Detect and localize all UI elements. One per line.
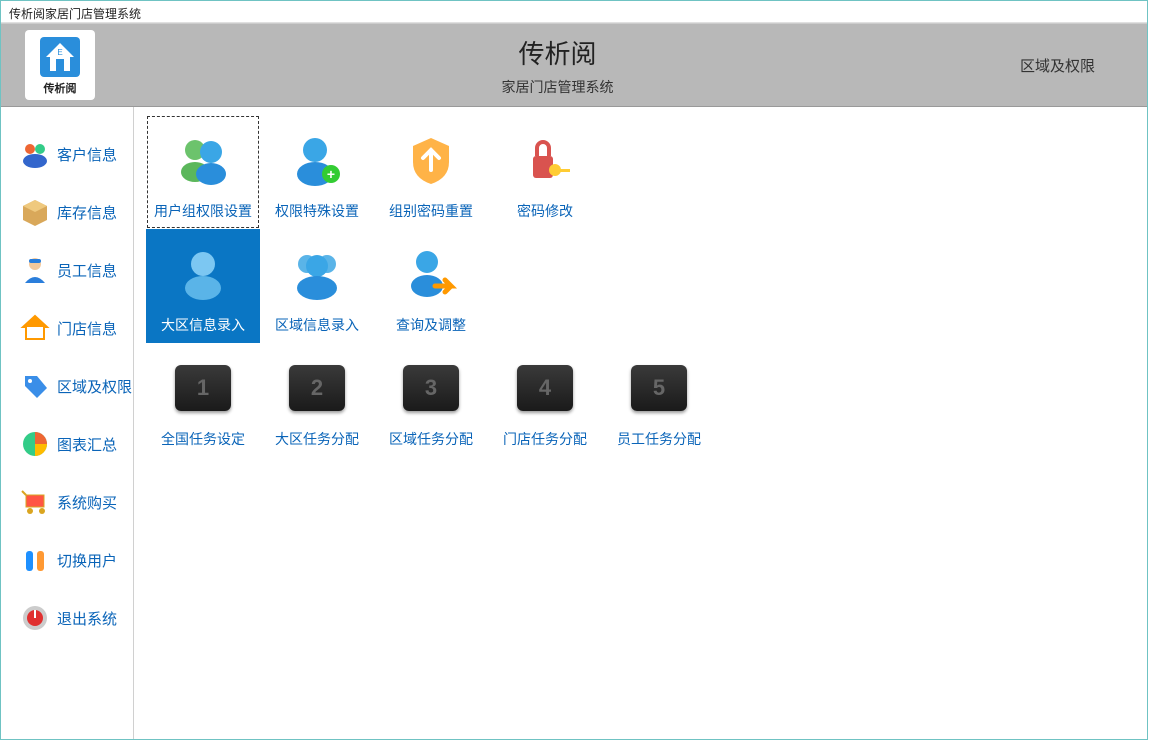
header-title: 传析阅 [518,34,596,71]
tile-task-region[interactable]: 3 区域任务分配 [374,343,488,457]
tile-user-group-perm[interactable]: 用户组权限设置 [146,115,260,229]
tile-label: 全国任务设定 [161,429,245,449]
number-tile-2-icon: 2 [282,353,352,423]
logo-label: 传析阅 [44,80,77,96]
tile-label: 组别密码重置 [389,201,473,221]
sidebar-item-inventory[interactable]: 库存信息 [1,183,133,241]
tile-label: 查询及调整 [396,315,466,335]
sidebar-item-store[interactable]: 门店信息 [1,299,133,357]
tile-label: 密码修改 [517,201,573,221]
sidebar: 客户信息 库存信息 员工信息 门店信息 [1,107,134,739]
tile-label: 员工任务分配 [617,429,701,449]
sidebar-item-staff[interactable]: 员工信息 [1,241,133,299]
sidebar-item-exit[interactable]: 退出系统 [1,589,133,647]
tile-row-1: 用户组权限设置 + 权限特殊设置 组别密码重置 [146,115,1147,229]
tile-row-3: 1 全国任务设定 2 大区任务分配 3 区域任务分配 4 门店任务分配 5 [146,343,1147,457]
tile-pwd-change[interactable]: 密码修改 [488,115,602,229]
customers-icon [19,138,51,170]
sidebar-item-label: 门店信息 [57,318,117,339]
header-subtitle: 家居门店管理系统 [501,77,613,97]
power-icon [19,602,51,634]
tile-label: 区域信息录入 [275,315,359,335]
tile-perm-special[interactable]: + 权限特殊设置 [260,115,374,229]
tile-label: 大区信息录入 [161,315,245,335]
svg-text:+: + [327,166,335,182]
user-single-icon [168,239,238,309]
sidebar-item-label: 退出系统 [57,608,117,629]
users-blue-icon [282,239,352,309]
chart-icon [19,428,51,460]
sidebar-item-label: 员工信息 [57,260,117,281]
tile-label: 门店任务分配 [503,429,587,449]
main-panel: 用户组权限设置 + 权限特殊设置 组别密码重置 [134,107,1147,739]
number-tile-3-icon: 3 [396,353,466,423]
tile-task-national[interactable]: 1 全国任务设定 [146,343,260,457]
house-icon [19,312,51,344]
header-section: 区域及权限 [1020,55,1095,76]
shield-up-icon [396,125,466,195]
sidebar-item-label: 系统购买 [57,492,117,513]
tag-icon [19,370,51,402]
tile-region-large-entry[interactable]: 大区信息录入 [146,229,260,343]
sidebar-item-label: 切换用户 [57,550,117,571]
switch-user-icon [19,544,51,576]
cart-icon [19,486,51,518]
tile-task-store[interactable]: 4 门店任务分配 [488,343,602,457]
tile-query-adjust[interactable]: 查询及调整 [374,229,488,343]
header: E 传析阅 传析阅 家居门店管理系统 区域及权限 [1,23,1147,107]
sidebar-item-region[interactable]: 区域及权限 [1,357,133,415]
sidebar-item-label: 区域及权限 [57,376,132,397]
sidebar-item-purchase[interactable]: 系统购买 [1,473,133,531]
app-logo: E 传析阅 [25,30,95,100]
tile-row-2: 大区信息录入 区域信息录入 查询及调整 [146,229,1147,343]
tile-region-entry[interactable]: 区域信息录入 [260,229,374,343]
user-arrow-icon [396,239,466,309]
sidebar-item-label: 客户信息 [57,144,117,165]
sidebar-item-switchuser[interactable]: 切换用户 [1,531,133,589]
user-add-icon: + [282,125,352,195]
app-window: 传析阅家居门店管理系统 E 传析阅 传析阅 家居门店管理系统 区域及权限 客户信… [0,0,1148,740]
svg-text:E: E [57,48,62,57]
number-tile-1-icon: 1 [168,353,238,423]
sidebar-item-charts[interactable]: 图表汇总 [1,415,133,473]
tile-label: 区域任务分配 [389,429,473,449]
lock-key-icon [510,125,580,195]
sidebar-item-label: 图表汇总 [57,434,117,455]
number-tile-5-icon: 5 [624,353,694,423]
tile-task-large[interactable]: 2 大区任务分配 [260,343,374,457]
tile-label: 权限特殊设置 [275,201,359,221]
sidebar-item-label: 库存信息 [57,202,117,223]
person-icon [19,254,51,286]
tile-task-staff[interactable]: 5 员工任务分配 [602,343,716,457]
house-icon: E [36,35,84,79]
number-tile-4-icon: 4 [510,353,580,423]
box-icon [19,196,51,228]
sidebar-item-customer[interactable]: 客户信息 [1,125,133,183]
tile-label: 大区任务分配 [275,429,359,449]
window-title: 传析阅家居门店管理系统 [1,1,1147,23]
users-group-icon [168,125,238,195]
tile-label: 用户组权限设置 [154,201,252,221]
tile-group-pwd-reset[interactable]: 组别密码重置 [374,115,488,229]
